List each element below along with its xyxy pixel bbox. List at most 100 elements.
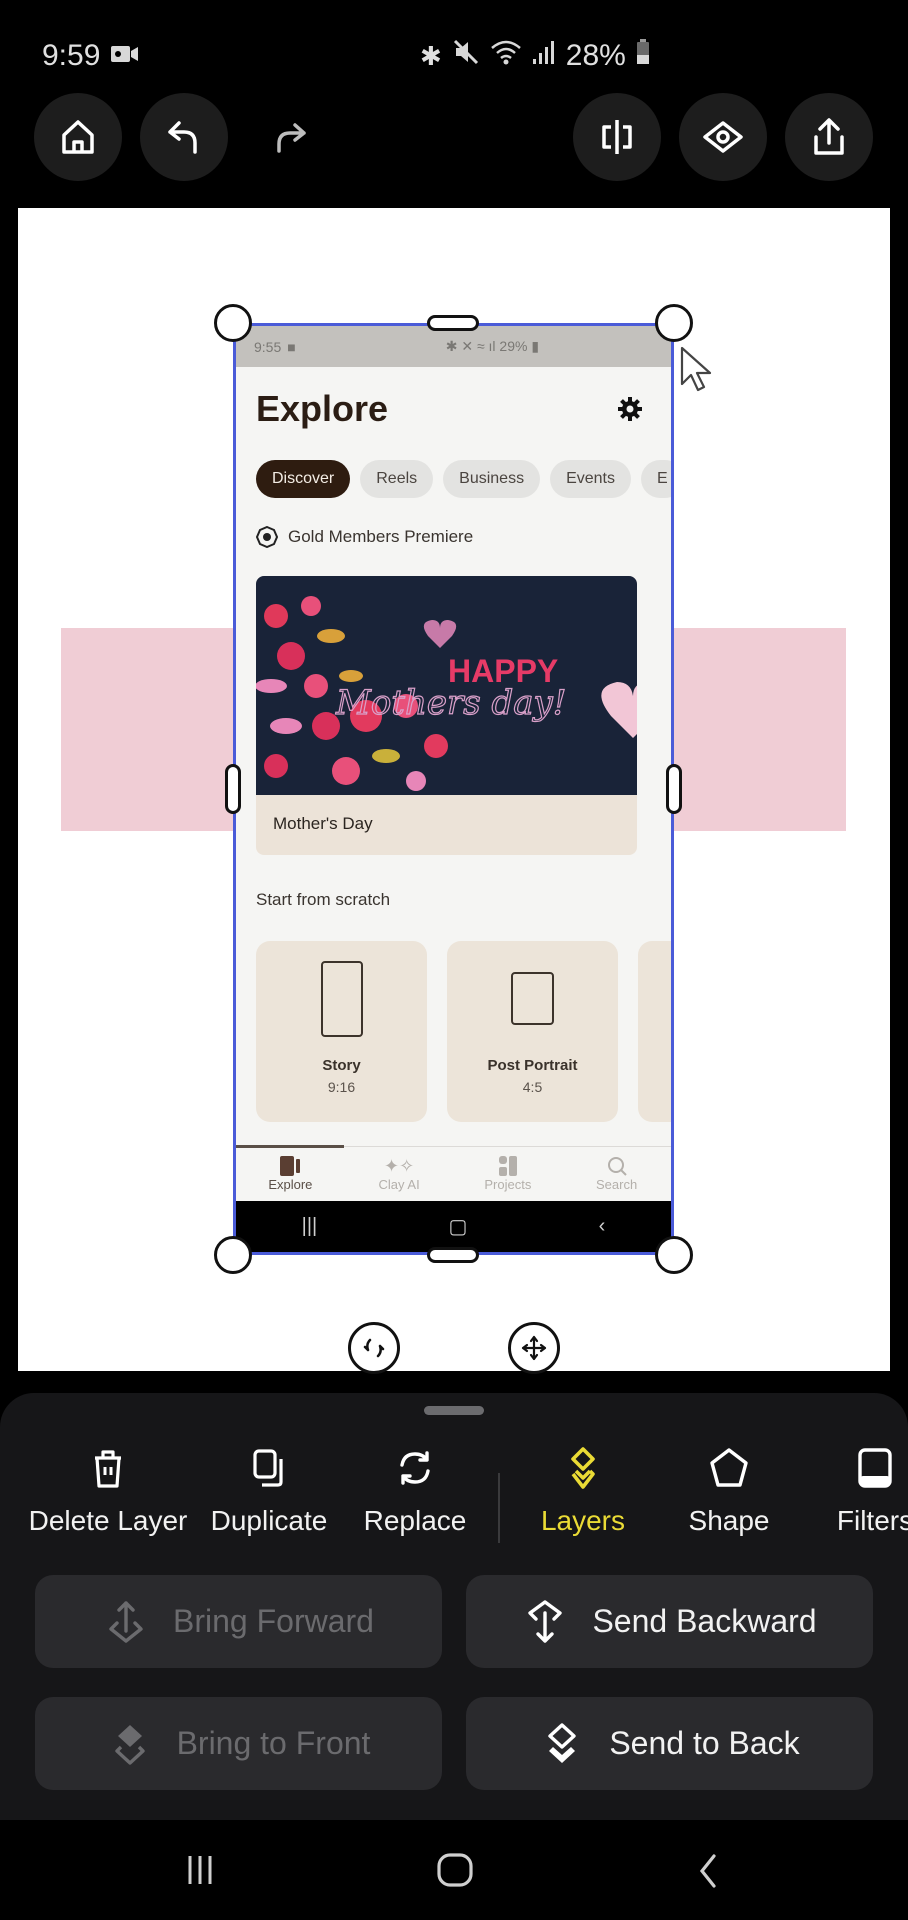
trash-icon <box>95 1450 121 1488</box>
battery-icon <box>636 39 650 73</box>
filters-icon <box>858 1448 892 1488</box>
system-nav-bar <box>0 1820 908 1920</box>
resize-handle-top-left[interactable] <box>214 304 252 342</box>
status-time: 9:59 <box>42 39 101 72</box>
resize-handle-right[interactable] <box>666 764 682 814</box>
resize-handle-bottom-right[interactable] <box>655 1236 693 1274</box>
start-from-scratch-heading: Start from scratch <box>256 890 391 909</box>
gold-members-heading: Gold Members Premiere <box>256 526 473 548</box>
tool-replace[interactable]: Replace <box>340 1445 490 1537</box>
bring-to-front-icon <box>114 1724 145 1765</box>
recents-button[interactable] <box>182 1853 222 1887</box>
rotate-icon <box>363 1338 385 1358</box>
bring-forward-button[interactable]: Bring Forward <box>35 1575 442 1668</box>
chip-reels: Reels <box>360 460 434 498</box>
split-button[interactable] <box>573 93 661 181</box>
layer-status-bar: 9:55 ■ ✱ ✕ ≈ ıl 29% ▮ <box>236 326 671 367</box>
tool-layers[interactable]: Layers <box>508 1445 658 1537</box>
home-nav-button[interactable] <box>436 1852 474 1888</box>
selected-image-layer[interactable]: 9:55 ■ ✱ ✕ ≈ ıl 29% ▮ Explore Discover R… <box>233 323 674 1255</box>
floral-illustration: HAPPY Mothers day! <box>256 596 637 791</box>
share-icon <box>814 118 844 155</box>
sparkle-icon: ✦✧ <box>384 1156 415 1176</box>
chip-more: E <box>640 460 671 498</box>
send-to-back-icon <box>548 1722 577 1763</box>
projects-icon <box>498 1156 517 1176</box>
tool-delete-layer[interactable]: Delete Layer <box>29 1445 187 1537</box>
share-button[interactable] <box>785 93 873 181</box>
resize-handle-top-right[interactable] <box>655 304 693 342</box>
send-backward-button[interactable]: Send Backward <box>466 1575 873 1668</box>
home-circle-icon: ▢ <box>448 1216 468 1238</box>
pentagon-icon <box>710 1448 748 1487</box>
layer-status-battery: 29% <box>499 338 528 354</box>
card-script-text: Mothers day! <box>335 683 566 723</box>
edit-bottom-sheet: Delete Layer Duplicate Replace Layers Sh… <box>0 1393 908 1820</box>
mothers-day-image: HAPPY Mothers day! <box>256 576 637 795</box>
sheet-drag-handle[interactable] <box>424 1406 484 1415</box>
mouse-cursor-icon <box>680 346 712 392</box>
redo-icon <box>277 123 306 153</box>
bluetooth-icon: ✱ <box>420 40 442 71</box>
explore-icon <box>280 1156 301 1176</box>
template-tiles: Story 9:16 Post Portrait 4:5 <box>256 941 671 1122</box>
home-icon <box>62 120 94 154</box>
move-icon <box>521 1335 547 1361</box>
mothers-day-card: HAPPY Mothers day! Mother's Day <box>256 576 637 855</box>
tool-shape[interactable]: Shape <box>654 1445 804 1537</box>
undo-button[interactable] <box>140 93 228 181</box>
tool-filters[interactable]: Filters <box>800 1445 908 1537</box>
bring-forward-icon <box>109 1600 143 1643</box>
split-icon <box>602 120 632 154</box>
resize-handle-bottom[interactable] <box>427 1247 479 1263</box>
bring-to-front-button[interactable]: Bring to Front <box>35 1697 442 1790</box>
template-partial <box>638 941 671 1122</box>
explore-title: Explore <box>256 388 389 429</box>
layer-status-time: 9:55 <box>254 338 282 355</box>
recents-icon: ||| <box>301 1215 318 1237</box>
battery-percent: 28% <box>565 39 626 72</box>
chip-events: Events <box>550 460 631 498</box>
video-record-icon <box>110 39 140 73</box>
resize-handle-bottom-left[interactable] <box>214 1236 252 1274</box>
status-bar-right: ✱ 28% <box>420 36 650 76</box>
template-ratio: 4:5 <box>522 1079 543 1095</box>
tool-divider <box>498 1473 500 1543</box>
home-button[interactable] <box>34 93 122 181</box>
template-name: Post Portrait <box>487 1057 578 1074</box>
active-tab-indicator <box>236 1145 344 1148</box>
badge-icon <box>256 526 278 548</box>
template-post-portrait: Post Portrait 4:5 <box>447 941 618 1122</box>
category-chips: Discover Reels Business Events E <box>256 460 671 498</box>
rotate-handle[interactable] <box>348 1322 400 1374</box>
portrait-frame-icon <box>511 972 554 1025</box>
back-button[interactable] <box>696 1852 720 1890</box>
mute-icon <box>452 38 480 74</box>
wifi-icon <box>490 38 522 74</box>
gold-members-label: Gold Members Premiere <box>288 527 474 546</box>
tool-duplicate[interactable]: Duplicate <box>194 1445 344 1537</box>
design-canvas[interactable]: 9:55 ■ ✱ ✕ ≈ ıl 29% ▮ Explore Discover R… <box>18 208 890 1374</box>
eye-icon <box>703 121 743 153</box>
story-frame-icon <box>321 961 363 1037</box>
layers-icon <box>571 1447 595 1489</box>
resize-handle-top[interactable] <box>427 315 479 331</box>
back-icon: ‹ <box>598 1215 606 1237</box>
template-ratio: 9:16 <box>327 1079 356 1095</box>
gear-icon <box>618 397 642 421</box>
send-to-back-button[interactable]: Send to Back <box>466 1697 873 1790</box>
duplicate-icon <box>253 1449 283 1487</box>
layer-status-icons: ✱ ✕ ≈ ıl 29% ▮ <box>445 338 540 354</box>
redo-button[interactable] <box>246 93 334 181</box>
preview-button[interactable] <box>679 93 767 181</box>
send-backward-icon <box>528 1599 563 1643</box>
replace-icon <box>400 1451 430 1485</box>
chip-business: Business <box>443 460 541 498</box>
resize-handle-left[interactable] <box>225 764 241 814</box>
layer-system-nav: ||| ▢ ‹ <box>236 1201 671 1252</box>
template-story: Story 9:16 <box>256 941 427 1122</box>
template-name: Story <box>322 1057 361 1074</box>
chip-discover: Discover <box>256 460 351 498</box>
move-handle[interactable] <box>508 1322 560 1374</box>
undo-icon <box>168 121 197 154</box>
